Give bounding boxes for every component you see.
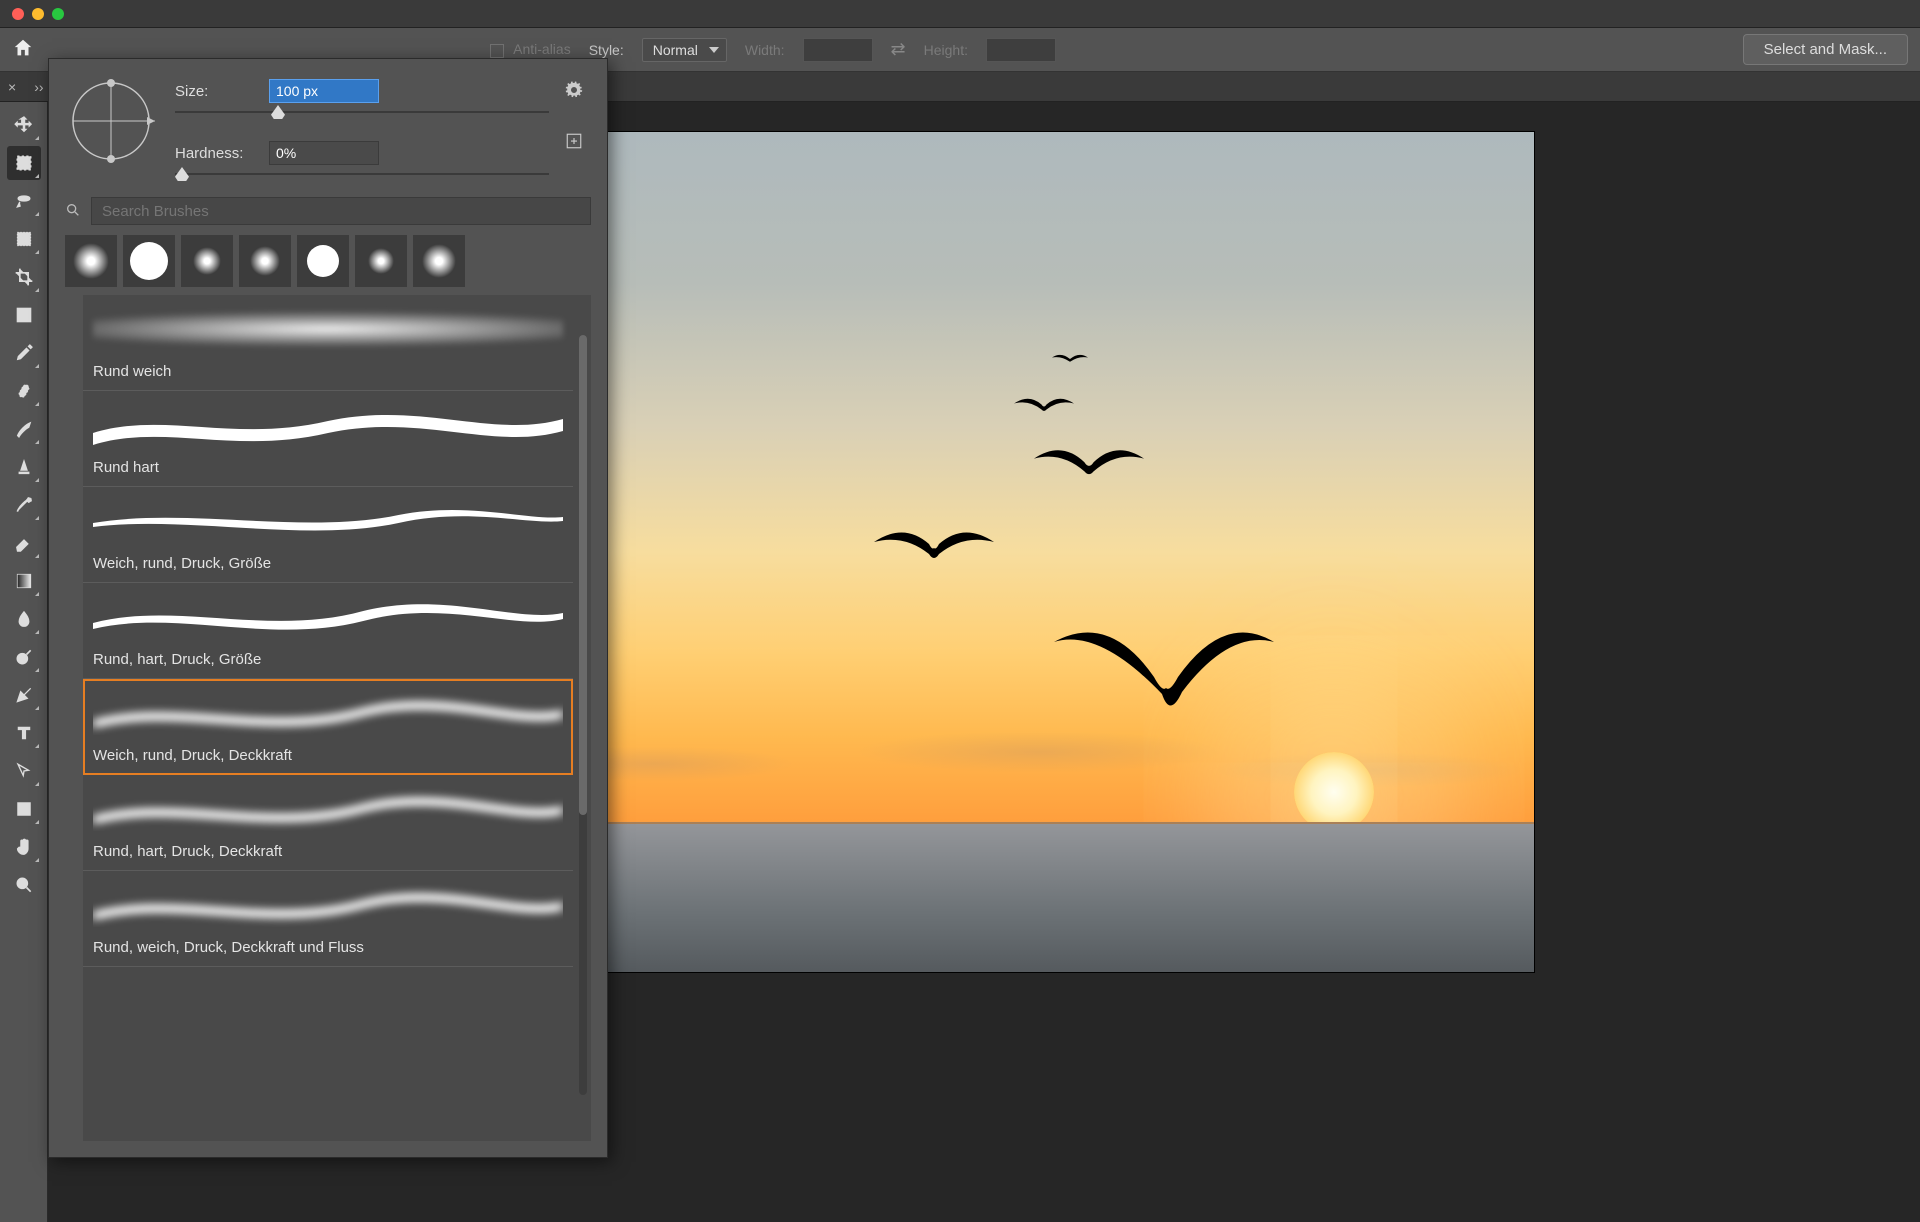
brush-stroke-preview [93,301,563,357]
brush-label: Rund hart [93,459,563,476]
tool-panel [0,102,48,1222]
tab-nav-icon[interactable]: ›› [34,79,43,95]
home-button[interactable] [12,37,34,62]
brush-stroke-preview [93,493,563,549]
history-brush-tool[interactable] [7,488,41,522]
brush-label: Rund weich [93,363,563,380]
brush-hardness-slider[interactable] [175,165,549,183]
recent-brush[interactable] [181,235,233,287]
brush-panel: Size: Hardness: [48,58,608,1158]
recent-brush[interactable] [413,235,465,287]
height-input[interactable] [986,38,1056,62]
type-tool[interactable] [7,716,41,750]
brush-size-slider[interactable] [175,103,549,121]
recent-brush[interactable] [355,235,407,287]
brush-stroke-preview [93,589,563,645]
size-label: Size: [175,83,255,100]
brush-stroke-preview [93,781,563,837]
brush-tool[interactable] [7,412,41,446]
frame-tool[interactable] [7,298,41,332]
brush-label: Rund, hart, Druck, Deckkraft [93,843,563,860]
anti-alias-label: Anti-alias [513,41,571,57]
gear-icon[interactable] [565,81,583,102]
brush-item[interactable]: Rund, hart, Druck, Größe [83,583,573,679]
style-label: Style: [589,42,624,58]
style-value: Normal [642,38,727,62]
tab-close-icon[interactable]: × [8,79,16,95]
brush-item[interactable]: Rund, hart, Druck, Deckkraft [83,775,573,871]
recent-brush[interactable] [123,235,175,287]
window-minimize-button[interactable] [32,8,44,20]
brush-label: Weich, rund, Druck, Größe [93,555,563,572]
object-selection-tool[interactable] [7,222,41,256]
gradient-tool[interactable] [7,564,41,598]
brush-label: Weich, rund, Druck, Deckkraft [93,747,563,764]
recent-brush[interactable] [65,235,117,287]
brush-item[interactable]: Rund hart [83,391,573,487]
anti-alias-option[interactable]: Anti-alias [490,41,571,57]
zoom-tool[interactable] [7,868,41,902]
rectangle-shape-tool[interactable] [7,792,41,826]
smudge-tool[interactable] [7,602,41,636]
search-icon [65,202,81,221]
brush-label: Rund, hart, Druck, Größe [93,651,563,668]
recent-brushes [49,235,607,295]
pen-tool[interactable] [7,678,41,712]
hardness-label: Hardness: [175,145,255,162]
bird-silhouette [1052,350,1088,371]
clone-stamp-tool[interactable] [7,450,41,484]
select-and-mask-button[interactable]: Select and Mask... [1743,34,1908,65]
bird-silhouette [874,522,994,575]
healing-brush-tool[interactable] [7,374,41,408]
crop-tool[interactable] [7,260,41,294]
rectangular-marquee-tool[interactable] [7,146,41,180]
brush-size-input[interactable] [269,79,379,103]
style-select[interactable]: Normal [642,42,727,58]
sun [1294,752,1374,832]
lasso-tool[interactable] [7,184,41,218]
recent-brush[interactable] [297,235,349,287]
width-input[interactable] [803,38,873,62]
brush-hardness-input[interactable] [269,141,379,165]
eraser-tool[interactable] [7,526,41,560]
eyedropper-tool[interactable] [7,336,41,370]
brush-search-input[interactable] [91,197,591,225]
hand-tool[interactable] [7,830,41,864]
brush-stroke-preview [93,397,563,453]
bird-silhouette [1014,392,1074,423]
path-selection-tool[interactable] [7,754,41,788]
brush-list: Rund weich Rund hart Weich, rund, Druck, G… [83,295,591,1141]
new-brush-icon[interactable] [565,132,583,153]
brush-item[interactable]: Weich, rund, Druck, Größe [83,487,573,583]
window-close-button[interactable] [12,8,24,20]
bird-silhouette [1034,442,1144,491]
brush-item[interactable]: Weich, rund, Druck, Deckkraft [83,679,573,775]
dodge-tool[interactable] [7,640,41,674]
brush-list-scrollbar[interactable] [579,335,587,1095]
brush-stroke-preview [93,877,563,933]
brush-item[interactable]: Rund, weich, Druck, Deckkraft und Fluss [83,871,573,967]
move-tool[interactable] [7,108,41,142]
height-label: Height: [924,42,968,58]
swap-dimensions-icon[interactable]: ⇄ [891,39,906,60]
brush-item[interactable]: Rund weich [83,295,573,391]
anti-alias-checkbox[interactable] [490,44,504,58]
bird-silhouette [1054,622,1274,735]
brush-stroke-preview [93,685,563,741]
brush-angle-widget[interactable] [63,73,159,169]
brush-label: Rund, weich, Druck, Deckkraft und Fluss [93,939,563,956]
window-maximize-button[interactable] [52,8,64,20]
width-label: Width: [745,42,785,58]
mac-titlebar [0,0,1920,28]
recent-brush[interactable] [239,235,291,287]
